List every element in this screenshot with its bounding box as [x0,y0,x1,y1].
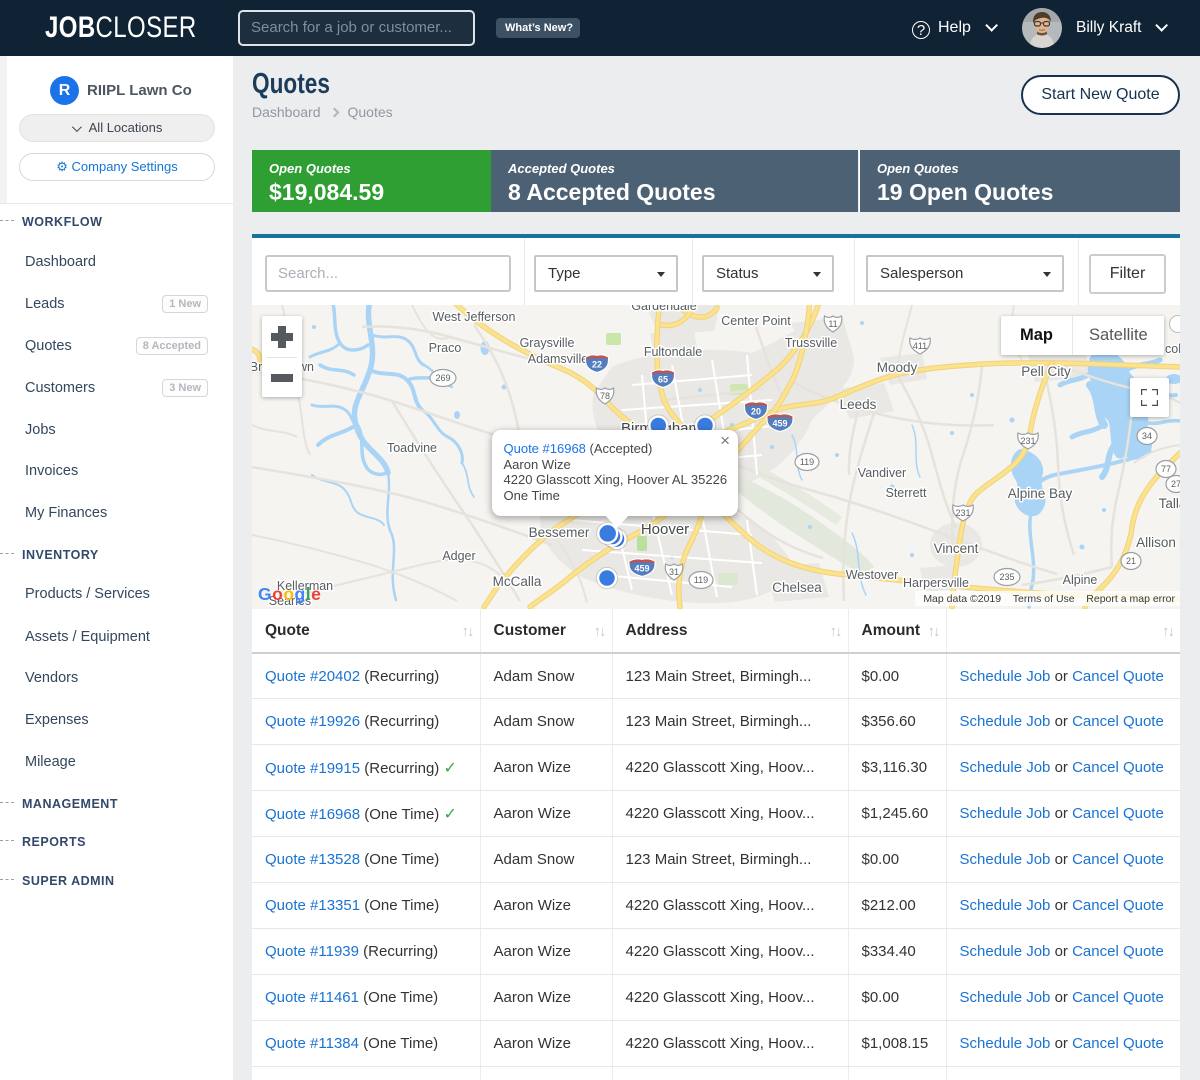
svg-text:Praco: Praco [429,341,462,355]
svg-text:Trussville: Trussville [785,336,837,350]
svg-text:231: 231 [955,508,970,518]
svg-text:Allison: Allison [1136,535,1176,550]
svg-text:119: 119 [694,575,708,585]
svg-text:20: 20 [751,407,761,417]
svg-text:col: col [1165,342,1180,356]
svg-text:31: 31 [669,567,679,577]
svg-text:Vandiver: Vandiver [858,466,906,480]
svg-text:Alpine Bay: Alpine Bay [1008,486,1073,501]
svg-text:119: 119 [800,457,814,467]
svg-text:Vincent: Vincent [934,541,979,556]
svg-text:Harpersville: Harpersville [903,576,969,590]
svg-text:Tallade: Tallade [1159,496,1180,511]
svg-text:Sterrett: Sterrett [886,486,928,500]
svg-text:Pell City: Pell City [1021,364,1071,379]
svg-text:Westover: Westover [846,568,899,582]
svg-text:Hoover: Hoover [641,521,689,538]
svg-text:Moody: Moody [877,360,918,375]
svg-text:Toadvine: Toadvine [387,441,437,455]
svg-text:22: 22 [592,360,602,370]
svg-text:Adger: Adger [442,549,475,563]
svg-text:235: 235 [999,572,1014,582]
svg-text:Gardendale: Gardendale [631,305,696,313]
svg-text:459: 459 [772,419,787,429]
svg-text:Bessemer: Bessemer [529,525,590,540]
svg-text:269: 269 [435,373,450,383]
svg-text:Chelsea: Chelsea [772,580,822,595]
svg-text:34: 34 [1142,431,1152,441]
svg-text:27: 27 [1171,479,1180,489]
svg-text:231: 231 [1020,436,1035,446]
svg-text:Center Point: Center Point [721,314,791,328]
svg-text:McCalla: McCalla [493,574,542,589]
svg-text:65: 65 [658,375,668,385]
svg-text:411: 411 [913,341,927,351]
svg-text:Graysville: Graysville [520,336,575,350]
svg-text:11: 11 [828,319,837,329]
svg-text:Adamsville: Adamsville [528,352,588,366]
svg-text:Leeds: Leeds [840,397,877,412]
svg-text:459: 459 [634,564,649,574]
svg-text:21: 21 [1126,556,1136,566]
svg-text:78: 78 [600,391,610,401]
svg-text:West Jefferson: West Jefferson [433,310,516,324]
svg-text:Br: Br [252,360,262,374]
svg-text:77: 77 [1161,464,1171,474]
svg-text:Fultondale: Fultondale [644,345,702,359]
svg-text:Alpine: Alpine [1063,573,1098,587]
